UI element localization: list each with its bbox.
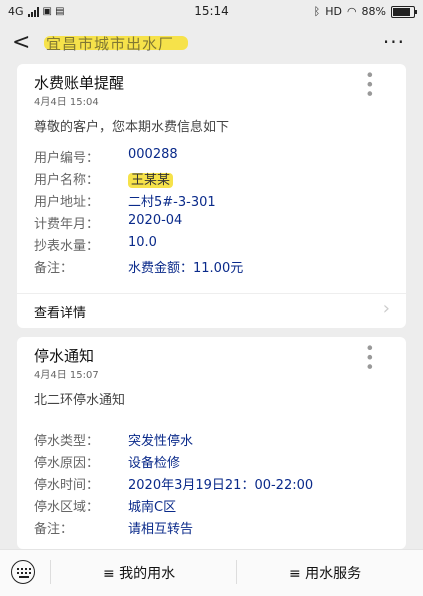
- keyboard-icon[interactable]: [11, 560, 35, 584]
- card-intro: 尊敬的客户，您本期水费信息如下: [34, 120, 230, 135]
- bill-amount: 水费金额：11.00元: [128, 261, 244, 276]
- nav-bar: < 宜昌市城市出水厂 ···: [0, 24, 423, 64]
- field-label: 抄表水量：: [34, 239, 100, 254]
- hd-label: HD: [325, 5, 342, 18]
- card-title: 水费账单提醒: [34, 74, 125, 92]
- outage-time: 2020年3月19日21：00-22:00: [128, 478, 314, 493]
- field-label: 备注：: [34, 522, 74, 537]
- field-label: 用户编号：: [34, 151, 100, 166]
- menu-my-water[interactable]: ≡ 我的用水: [103, 563, 175, 583]
- field-label: 停水区域：: [34, 500, 100, 515]
- bottom-menu-bar: ≡ 我的用水 ≡ 用水服务: [0, 549, 423, 596]
- user-name-text: 王某某: [128, 173, 174, 188]
- chevron-right-icon[interactable]: ›: [383, 298, 390, 319]
- back-icon[interactable]: <: [12, 30, 30, 55]
- menu-separator: [236, 560, 237, 584]
- card-time: 4月4日 15:07: [34, 370, 99, 381]
- page-title: 宜昌市城市出水厂: [46, 35, 175, 53]
- field-label: 停水原因：: [34, 456, 100, 471]
- card-title: 停水通知: [34, 347, 95, 365]
- card-time: 4月4日 15:04: [34, 97, 99, 108]
- bluetooth-icon: ᛒ: [313, 5, 321, 18]
- card-more-icon[interactable]: •••: [360, 70, 379, 98]
- billing-month: 2020-04: [128, 213, 183, 228]
- outage-note: 请相互转告: [128, 522, 194, 537]
- card-intro: 北二环停水通知: [34, 393, 126, 408]
- menu-separator: [50, 560, 51, 584]
- field-label: 用户名称：: [34, 173, 100, 188]
- battery-icon: [391, 5, 417, 18]
- water-outage-card: 停水通知 4月4日 15:07 ••• 北二环停水通知 停水类型： 突发性停水 …: [17, 337, 406, 549]
- meter-volume: 10.0: [128, 235, 157, 250]
- card-more-icon[interactable]: •••: [360, 343, 379, 371]
- field-label: 备注：: [34, 261, 74, 276]
- menu-water-service[interactable]: ≡ 用水服务: [289, 563, 361, 583]
- user-address: 二村5#-3-301: [128, 195, 216, 210]
- user-number: 000288: [128, 147, 178, 162]
- outage-reason: 设备检修: [128, 456, 181, 471]
- bill-reminder-card: 水费账单提醒 4月4日 15:04 ••• 尊敬的客户，您本期水费信息如下 用户…: [17, 64, 406, 328]
- field-label: 停水时间：: [34, 478, 100, 493]
- outage-area: 城南C区: [128, 500, 177, 515]
- more-icon[interactable]: ···: [383, 30, 405, 54]
- battery-percent: 88%: [361, 5, 386, 18]
- user-name: 王某某: [128, 169, 174, 188]
- field-label: 停水类型：: [34, 434, 100, 449]
- view-details-link[interactable]: 查看详情: [34, 302, 86, 321]
- outage-type: 突发性停水: [128, 434, 194, 449]
- field-label: 用户地址：: [34, 195, 100, 210]
- status-right: ᛒ HD ◠ 88%: [313, 5, 417, 18]
- status-bar: 4G ▣ ▤ 15:14 ᛒ HD ◠ 88%: [0, 0, 423, 24]
- field-label: 计费年月：: [34, 217, 100, 232]
- divider: [17, 293, 406, 294]
- wifi-icon: ◠: [346, 5, 357, 18]
